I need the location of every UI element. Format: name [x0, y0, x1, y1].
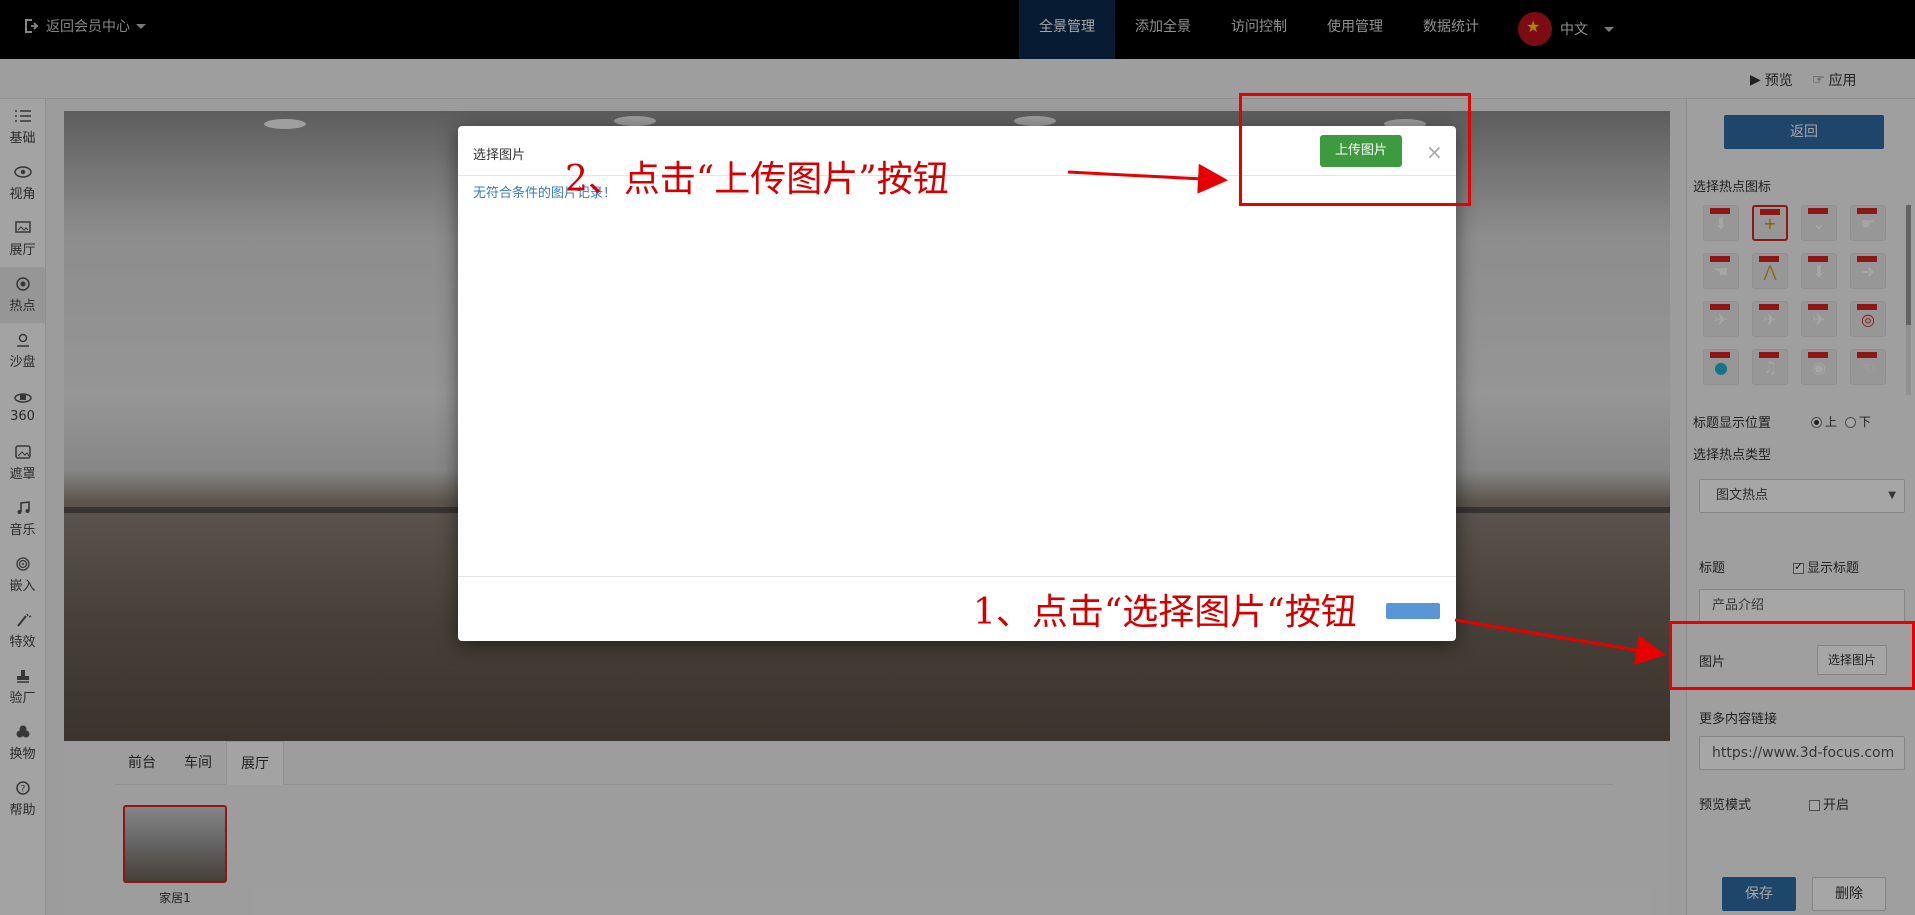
annotation-arrows: [1067, 163, 1666, 665]
annotation-arrow-upload: [1067, 163, 1228, 194]
annotation-arrow-select-image: [1454, 618, 1666, 665]
